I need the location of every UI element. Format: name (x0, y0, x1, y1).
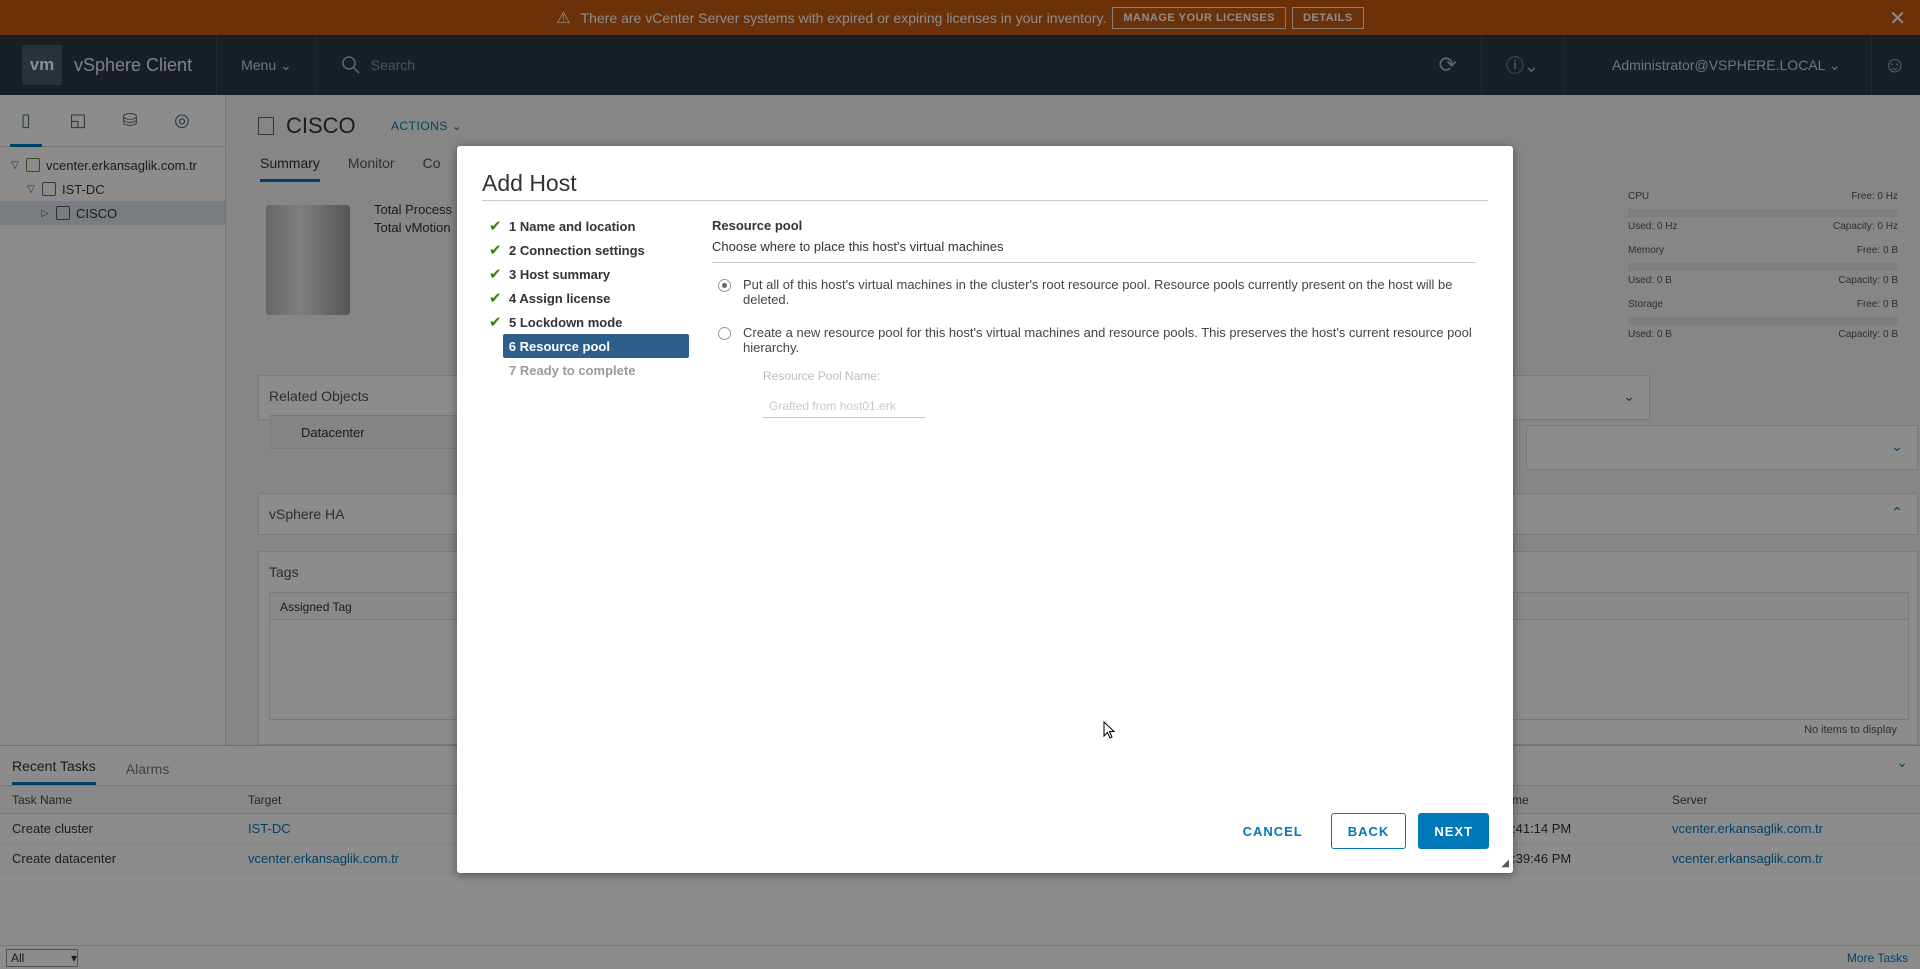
dialog-buttons: CANCEL BACK NEXT (1215, 813, 1489, 849)
step-label: 5 Lockdown mode (509, 314, 623, 330)
dialog-title: Add Host (482, 170, 577, 196)
root-pool-radio[interactable] (718, 279, 731, 292)
step-connection-settings[interactable]: ✔ 2 Connection settings (489, 238, 689, 262)
option-root-pool[interactable]: Put all of this host's virtual machines … (712, 277, 1476, 307)
wizard-steps: ✔ 1 Name and location ✔ 2 Connection setti… (489, 214, 689, 382)
option-label: Put all of this host's virtual machines … (743, 277, 1453, 307)
step-label: 3 Host summary (509, 266, 611, 282)
step-label: 1 Name and location (509, 218, 636, 234)
step-host-summary[interactable]: ✔ 3 Host summary (489, 262, 689, 286)
add-host-dialog: Add Host ✔ 1 Name and location ✔ 2 Connect… (457, 146, 1513, 873)
section-description: Choose where to place this host's virtua… (712, 239, 1476, 263)
mouse-cursor-icon (1103, 721, 1115, 739)
dialog-divider (482, 200, 1488, 201)
check-icon: ✔ (489, 314, 502, 331)
step-lockdown-mode[interactable]: ✔ 5 Lockdown mode (489, 310, 689, 334)
check-icon: ✔ (489, 242, 502, 259)
resize-handle-icon[interactable]: ◢ (1501, 858, 1509, 869)
step-resource-pool[interactable]: 6 Resource pool (489, 334, 689, 358)
step-label: 2 Connection settings (509, 242, 645, 258)
section-title: Resource pool (712, 218, 803, 233)
check-icon: ✔ (489, 290, 502, 307)
new-pool-radio[interactable] (718, 327, 731, 340)
step-label: 4 Assign license (509, 290, 611, 306)
cancel-button[interactable]: CANCEL (1227, 813, 1319, 849)
step-assign-license[interactable]: ✔ 4 Assign license (489, 286, 689, 310)
step-label: 7 Ready to complete (509, 362, 636, 378)
next-button[interactable]: NEXT (1418, 813, 1489, 849)
check-icon: ✔ (489, 218, 502, 235)
step-label: 6 Resource pool (502, 334, 689, 358)
pool-name-label: Resource Pool Name: (763, 369, 881, 383)
step-ready-to-complete: 7 Ready to complete (489, 358, 689, 382)
option-new-pool[interactable]: Create a new resource pool for this host… (712, 325, 1476, 355)
wizard-content: Resource pool Choose where to place this… (712, 218, 1476, 418)
check-icon: ✔ (489, 266, 502, 283)
option-label: Create a new resource pool for this host… (743, 325, 1472, 355)
step-name-location[interactable]: ✔ 1 Name and location (489, 214, 689, 238)
pool-name-input[interactable] (763, 395, 925, 418)
back-button[interactable]: BACK (1330, 813, 1407, 849)
